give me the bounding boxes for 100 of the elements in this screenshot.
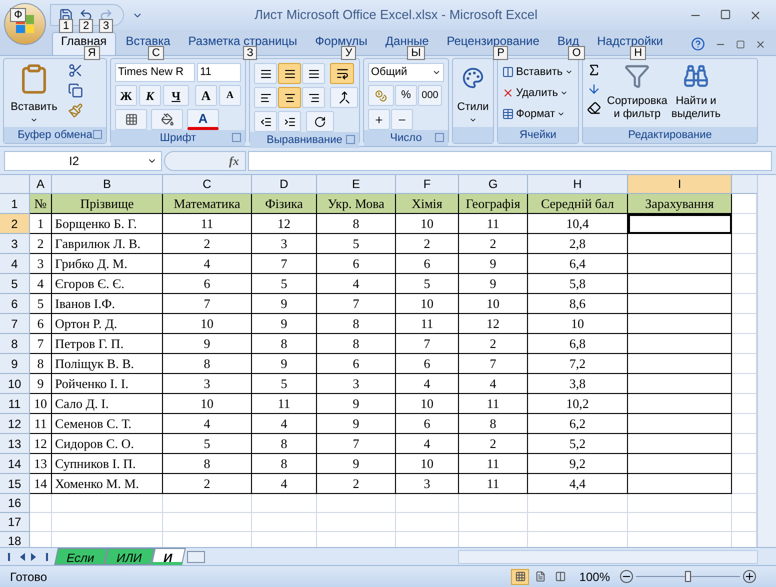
undo-button[interactable]	[79, 8, 93, 22]
function-button[interactable]: fx	[164, 150, 246, 170]
row-header[interactable]: 15	[0, 474, 30, 494]
italic-button[interactable]: К	[139, 85, 161, 106]
eraser-icon[interactable]	[587, 101, 601, 115]
row-header[interactable]: 6	[0, 294, 30, 314]
row-header[interactable]: 18	[0, 532, 30, 547]
shrink-font-button[interactable]: A	[219, 85, 241, 106]
close-icon[interactable]	[755, 38, 766, 50]
vertical-align-button[interactable]	[254, 63, 277, 84]
vertical-scrollbar[interactable]	[757, 175, 776, 547]
table-cell: 9,2	[528, 454, 628, 474]
row-header[interactable]: 1	[0, 194, 30, 214]
sheet-tab[interactable]: Если	[54, 548, 108, 565]
keytip: З	[242, 46, 258, 60]
group-label: Шрифт	[160, 130, 196, 146]
paste-button[interactable]: Вставить	[8, 63, 60, 127]
align-lines-icon	[308, 68, 320, 80]
row-header[interactable]: 2	[0, 214, 30, 234]
wrap-text-button[interactable]	[330, 63, 354, 84]
formula-field[interactable]	[248, 150, 772, 170]
close-icon[interactable]	[749, 8, 762, 22]
name-box[interactable]: I2	[4, 150, 162, 170]
column-header[interactable]: A	[30, 175, 52, 194]
table-cell: 2	[396, 234, 459, 254]
increase-indent-button[interactable]	[278, 111, 301, 132]
row-header[interactable]: 12	[0, 414, 30, 434]
caret-icon	[560, 89, 568, 97]
thousands-button[interactable]: 000	[418, 85, 442, 106]
merge-button[interactable]	[330, 87, 358, 108]
autosum-icon[interactable]	[587, 63, 601, 77]
bold-button[interactable]: Ж	[115, 85, 137, 106]
help-icon[interactable]	[691, 37, 705, 51]
vertical-align-button[interactable]	[302, 63, 325, 84]
keytip: 2	[79, 19, 94, 33]
zoom-thumb[interactable]	[685, 571, 691, 582]
column-header[interactable]: G	[459, 175, 528, 194]
font-color-button[interactable]: A	[187, 109, 219, 130]
cells-menu-button[interactable]: Удалить	[502, 84, 573, 102]
row-header[interactable]: 11	[0, 394, 30, 414]
zoom-level[interactable]: 100%	[579, 568, 610, 586]
font-name-dropdown[interactable]: Times New R	[115, 63, 195, 82]
orientation-button[interactable]	[306, 111, 334, 132]
row-header[interactable]: 3	[0, 234, 30, 254]
zoom-in-icon[interactable]	[743, 570, 756, 583]
column-header[interactable]: D	[252, 175, 317, 194]
column-header[interactable]: H	[528, 175, 628, 194]
horizontal-scrollbar[interactable]	[458, 550, 758, 564]
number-format-dropdown[interactable]: Общий	[368, 63, 444, 82]
new-sheet-icon[interactable]	[187, 550, 206, 562]
horizontal-align-button[interactable]	[302, 87, 325, 108]
column-header[interactable]: C	[163, 175, 252, 194]
currency-button[interactable]	[368, 85, 394, 106]
borders-button[interactable]	[115, 109, 147, 130]
column-header[interactable]: E	[317, 175, 396, 194]
table-cell: 13	[30, 454, 52, 474]
column-header[interactable]: B	[52, 175, 163, 194]
sort-filter-button[interactable]: Сортировка и фильтр	[607, 63, 668, 127]
row-header[interactable]: 8	[0, 334, 30, 354]
align-lines-icon	[284, 68, 296, 80]
row-header[interactable]: 4	[0, 254, 30, 274]
keytip: У	[341, 46, 356, 60]
underline-button[interactable]: Ч	[163, 85, 189, 106]
column-header[interactable]: I	[628, 175, 732, 194]
row-header[interactable]: 13	[0, 434, 30, 454]
sheet-tab[interactable]: И	[150, 548, 186, 565]
horizontal-align-button[interactable]	[278, 87, 301, 108]
row-header[interactable]: 9	[0, 354, 30, 374]
row-header[interactable]: 16	[0, 494, 30, 513]
find-select-button[interactable]: Найти и выделить	[671, 63, 721, 127]
zoom-out-icon[interactable]	[620, 570, 633, 583]
fill-color-button[interactable]	[151, 109, 183, 130]
cells-menu-button[interactable]: Формат	[502, 105, 573, 123]
restore-icon[interactable]	[736, 40, 745, 48]
decrease-indent-button[interactable]	[254, 111, 277, 132]
increase-decimal-button[interactable]	[368, 109, 390, 130]
row-header[interactable]: 14	[0, 454, 30, 474]
sheet-tab[interactable]: ИЛИ	[104, 548, 154, 565]
vertical-align-button[interactable]	[278, 63, 301, 84]
copy-icon[interactable]	[68, 83, 83, 98]
row-header[interactable]: 10	[0, 374, 30, 394]
row-header[interactable]: 5	[0, 274, 30, 294]
cells-menu-button[interactable]: Вставить	[502, 63, 573, 81]
horizontal-align-button[interactable]	[254, 87, 277, 108]
table-cell: 8	[317, 334, 396, 354]
styles-button[interactable]: Стили	[457, 63, 489, 127]
save-button[interactable]	[59, 8, 73, 22]
grow-font-button[interactable]: A	[195, 85, 217, 106]
view-button[interactable]	[511, 568, 530, 584]
fill-icon[interactable]	[587, 82, 601, 96]
row-header[interactable]: 7	[0, 314, 30, 334]
cut-icon[interactable]	[68, 63, 83, 78]
maximize-icon[interactable]	[720, 8, 731, 20]
format-painter-icon[interactable]	[68, 103, 83, 118]
row-header[interactable]: 17	[0, 513, 30, 532]
column-header[interactable]: F	[396, 175, 459, 194]
zoom-slider[interactable]	[636, 570, 740, 582]
table-cell: 11	[459, 454, 528, 474]
font-size-dropdown[interactable]: 11	[197, 63, 241, 82]
percent-button[interactable]: %	[395, 85, 417, 106]
